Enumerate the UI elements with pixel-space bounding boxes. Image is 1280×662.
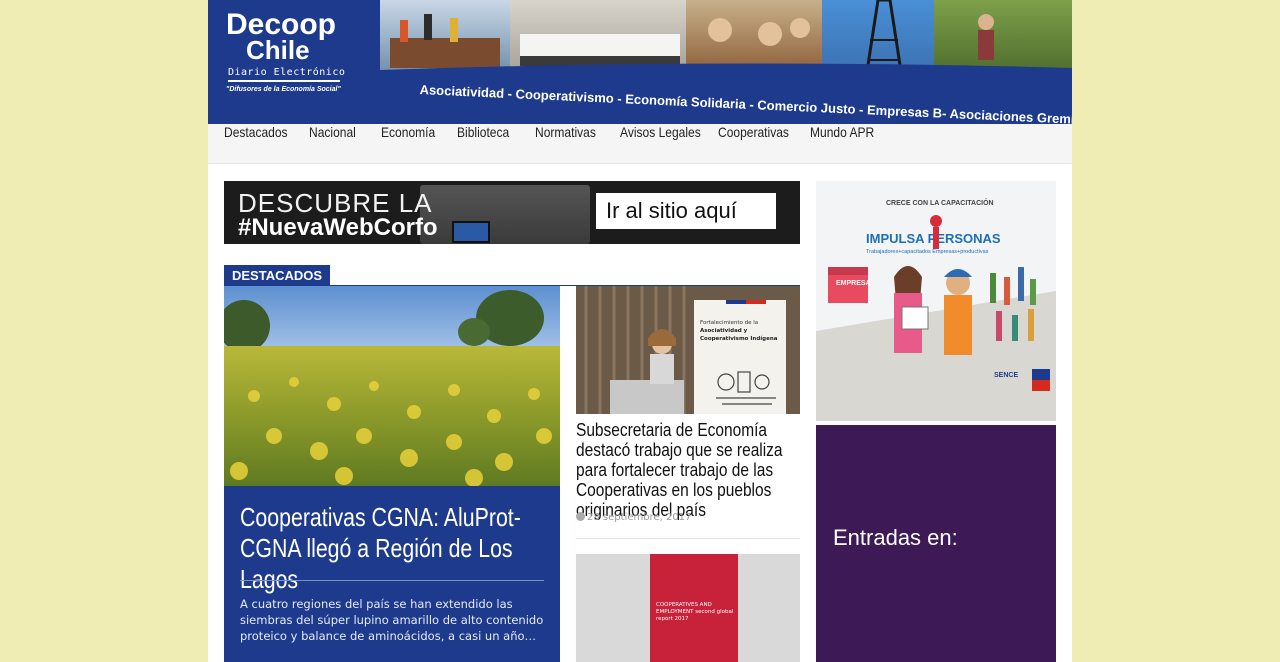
article-image[interactable]: Fortalecimiento de la Asociatividad y Co… (576, 286, 800, 414)
corfo-ad-cta-button[interactable]: Ir al sitio aquí (596, 193, 776, 229)
sence-logo: SENCE (994, 372, 1018, 379)
sidebar-ad-impulsa-personas[interactable]: EMPRESA CRECE CON LA CAPACITACIÓN IMPULS… (816, 181, 1056, 421)
clock-icon (576, 512, 585, 521)
nav-item-nacional[interactable]: Nacional (309, 124, 356, 164)
page: Decoop Chile Diario Electrónico "Difusor… (208, 0, 1072, 662)
ad1-top-text: CRECE CON LA CAPACITACIÓN (886, 198, 994, 207)
report-cover: COOPERATIVES AND EMPLOYMENT second globa… (650, 554, 738, 662)
logo-divider (228, 80, 340, 82)
corfo-ad-line1: DESCUBRE LA (238, 188, 433, 218)
site-logo[interactable]: Decoop Chile Diario Electrónico "Difusor… (226, 10, 346, 100)
featured-article-image[interactable] (224, 286, 560, 486)
section-label-destacados[interactable]: DESTACADOS (224, 265, 331, 286)
article-title[interactable]: Subsecretaria de Economía destacó trabaj… (576, 420, 800, 520)
logo-line2: Chile (246, 35, 310, 65)
laptop-image (420, 185, 590, 244)
nav-item-economia[interactable]: Economía (381, 124, 435, 164)
corfo-banner-ad[interactable]: DESCUBRE LA #NuevaWebCorfo Ir al sitio a… (224, 181, 800, 244)
ad1-badge: EMPRESA (836, 280, 871, 287)
corfo-ad-line2: #NuevaWebCorfo (238, 214, 438, 241)
nav-item-destacados[interactable]: Destacados (224, 124, 288, 164)
site-header: Decoop Chile Diario Electrónico "Difusor… (208, 0, 1072, 124)
nav-item-biblioteca[interactable]: Biblioteca (457, 124, 509, 164)
featured-article-title[interactable]: Cooperativas CGNA: AluProt-CGNA llegó a … (240, 502, 552, 595)
article-date: 28 septiembre, 2017 (576, 512, 691, 523)
arrow-right-icon: → (754, 195, 776, 225)
nav-item-mundo-apr[interactable]: Mundo APR (810, 124, 874, 164)
featured-article-divider (240, 580, 544, 581)
svg-text:Asociatividad y: Asociatividad y (700, 328, 748, 334)
report-cover-text: COOPERATIVES AND EMPLOYMENT second globa… (656, 602, 734, 622)
sidebar-ad-entradas[interactable]: Entradas en: (816, 425, 1056, 662)
logo-tagline: "Difusores de la Economía Social" (226, 86, 341, 93)
nav-item-cooperativas[interactable]: Cooperativas (718, 124, 789, 164)
phone-image (452, 221, 490, 243)
featured-article-excerpt: A cuatro regiones del país se han extend… (240, 597, 544, 643)
impulsa-personas-illustration: EMPRESA CRECE CON LA CAPACITACIÓN IMPULS… (816, 181, 1056, 421)
article-divider (576, 538, 800, 539)
featured-article[interactable]: Cooperativas CGNA: AluProt-CGNA llegó a … (224, 286, 560, 662)
article-card-2-image[interactable]: COOPERATIVES AND EMPLOYMENT second globa… (576, 554, 800, 662)
header-slogan: Asociatividad - Cooperativismo - Economí… (419, 82, 1072, 124)
header-photo-collage (380, 0, 1072, 78)
poster-text: Fortalecimiento de la (700, 320, 758, 326)
main-nav: Destacados Nacional Economía Biblioteca … (208, 124, 1072, 164)
article-date-text: 28 septiembre, 2017 (587, 512, 692, 523)
logo-subtitle: Diario Electrónico (228, 67, 346, 78)
svg-text:Cooperativismo Indígena: Cooperativismo Indígena (700, 335, 778, 342)
nav-item-avisos-legales[interactable]: Avisos Legales (620, 124, 701, 164)
ad2-text: Entradas en: (833, 525, 958, 550)
ad1-subtitle: Trabajadores+capacitados Empresas+produc… (866, 249, 989, 255)
nav-item-normativas[interactable]: Normativas (535, 124, 596, 164)
